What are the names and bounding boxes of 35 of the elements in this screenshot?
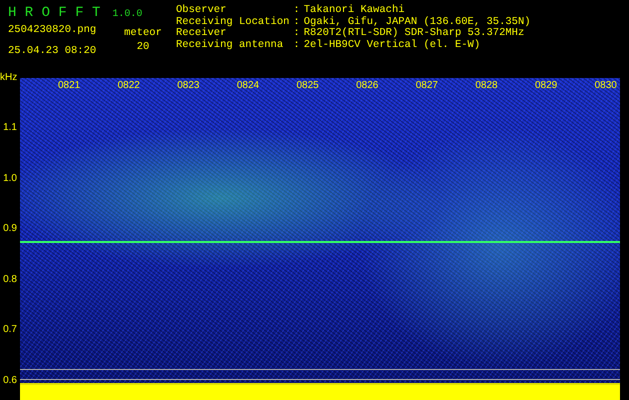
version-label: 1.0.0 bbox=[112, 9, 142, 20]
app-name: H R O F F T bbox=[8, 5, 100, 21]
time-label: 0821 bbox=[58, 80, 80, 92]
frequency-label: 0.6 bbox=[3, 374, 17, 386]
filename-label: 2504230820.png bbox=[8, 25, 98, 36]
time-label: 0829 bbox=[535, 80, 558, 92]
info-value: Takanori Kawachi bbox=[304, 5, 406, 16]
info-label: Receiving antenna bbox=[176, 40, 284, 51]
info-label: Receiver bbox=[176, 28, 228, 39]
timestamp-label: 25.04.23 08:20 bbox=[8, 46, 98, 57]
time-label: 0823 bbox=[177, 80, 200, 92]
colon-separator: : bbox=[293, 16, 300, 28]
info-value: 2el-HB9CV Vertical (el. E-W) bbox=[304, 40, 482, 51]
time-label: 0822 bbox=[118, 80, 140, 92]
time-label: 0828 bbox=[475, 80, 498, 92]
time-label: 0827 bbox=[416, 80, 438, 92]
info-value: R820T2(RTL-SDR) SDR-Sharp 53.372MHz bbox=[304, 28, 524, 39]
meteor-label: meteor bbox=[124, 28, 162, 40]
frequency-label: 0.9 bbox=[3, 223, 17, 235]
info-value: Ogaki, Gifu, JAPAN (136.60E, 35.35N) bbox=[304, 16, 531, 28]
frequency-label: 0.7 bbox=[3, 324, 17, 336]
info-label: Observer bbox=[176, 5, 228, 16]
unit-label: kHz bbox=[0, 72, 18, 84]
frequency-label: 1.0 bbox=[3, 172, 17, 184]
time-label: 0825 bbox=[296, 80, 319, 92]
colon-separator: : bbox=[293, 5, 300, 16]
time-label: 0826 bbox=[356, 80, 378, 92]
time-label: 0830 bbox=[594, 80, 617, 92]
frequency-label: 0.8 bbox=[3, 274, 17, 286]
time-label: 0824 bbox=[236, 80, 260, 92]
colon-separator: : bbox=[293, 28, 300, 40]
meteor-count: 20 bbox=[136, 42, 150, 53]
info-label: Receiving Location bbox=[176, 16, 290, 28]
colon-separator: : bbox=[293, 40, 300, 51]
frequency-label: 1.1 bbox=[3, 122, 17, 134]
